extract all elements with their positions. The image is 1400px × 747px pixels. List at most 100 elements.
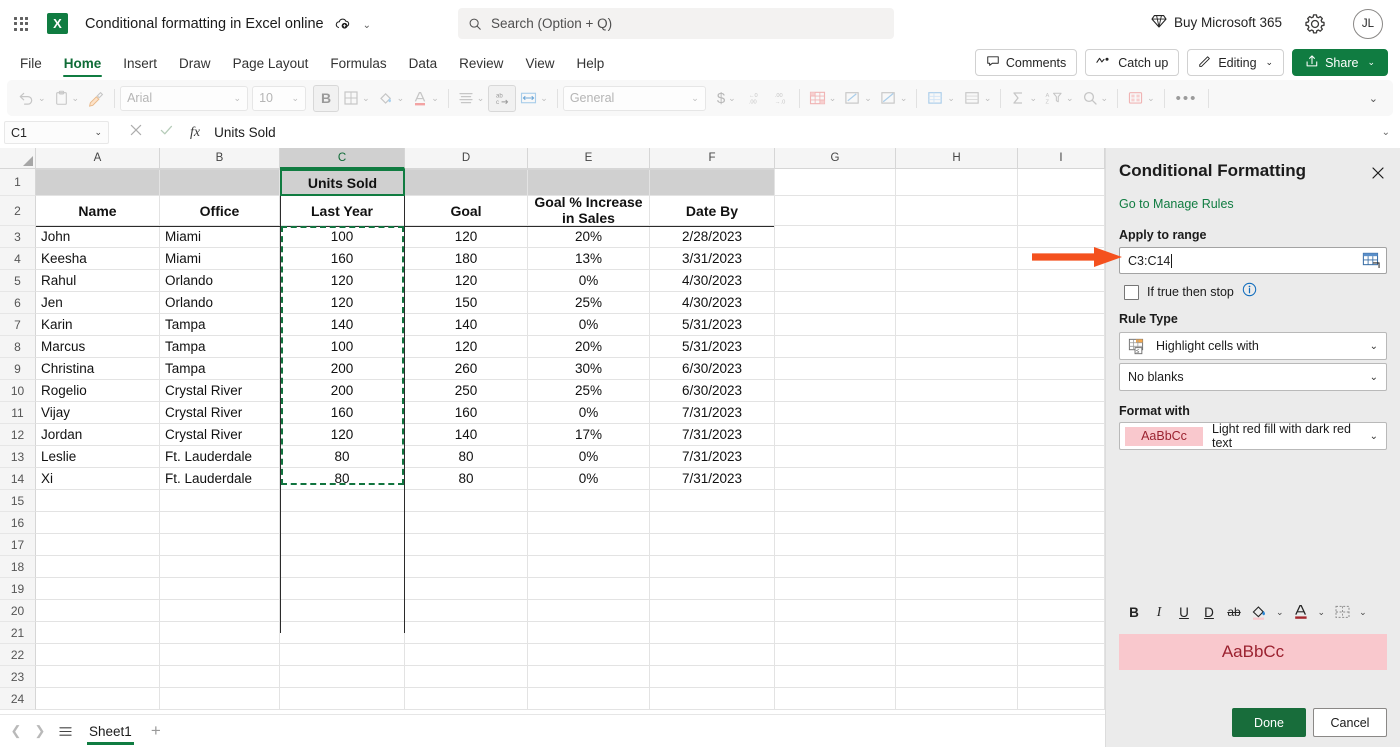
cell-I8[interactable] <box>1018 336 1105 358</box>
cell-E18[interactable] <box>528 556 650 578</box>
cell-C23[interactable] <box>280 666 405 688</box>
column-header-c[interactable]: C <box>280 148 405 169</box>
row-header-18[interactable]: 18 <box>0 556 36 578</box>
cell-A10[interactable]: Rogelio <box>36 380 160 402</box>
format-painter-button[interactable] <box>83 85 109 112</box>
cell-C7[interactable]: 140 <box>280 314 405 336</box>
row-header-11[interactable]: 11 <box>0 402 36 424</box>
cell-I15[interactable] <box>1018 490 1105 512</box>
cell-E5[interactable]: 0% <box>528 270 650 292</box>
cell-G1[interactable] <box>775 169 896 196</box>
cell-I6[interactable] <box>1018 292 1105 314</box>
delete-cells-button[interactable]: ⌄ <box>959 85 996 112</box>
cell-H7[interactable] <box>896 314 1018 336</box>
ribbon-tab-home[interactable]: Home <box>53 48 113 78</box>
cell-H22[interactable] <box>896 644 1018 666</box>
search-input[interactable]: Search (Option + Q) <box>458 8 894 39</box>
row-header-14[interactable]: 14 <box>0 468 36 490</box>
cell-H19[interactable] <box>896 578 1018 600</box>
cell-E21[interactable] <box>528 622 650 644</box>
done-button[interactable]: Done <box>1232 708 1306 737</box>
cell-E1[interactable] <box>528 169 650 196</box>
row-header-5[interactable]: 5 <box>0 270 36 292</box>
cell-B21[interactable] <box>160 622 280 644</box>
cell-B11[interactable]: Crystal River <box>160 402 280 424</box>
number-format-combo[interactable]: General ⌄ <box>562 85 706 111</box>
row-header-2[interactable]: 2 <box>0 196 36 226</box>
cell-G2[interactable] <box>775 196 896 226</box>
active-cell-c1[interactable]: Units Sold <box>280 169 405 196</box>
cell-D24[interactable] <box>405 688 528 710</box>
cell-I11[interactable] <box>1018 402 1105 424</box>
cell-E15[interactable] <box>528 490 650 512</box>
cell-B5[interactable]: Orlando <box>160 270 280 292</box>
cell-B7[interactable]: Tampa <box>160 314 280 336</box>
cell-b2[interactable]: Office <box>160 196 280 226</box>
cell-A3[interactable]: John <box>36 226 160 248</box>
cell-H21[interactable] <box>896 622 1018 644</box>
cell-E6[interactable]: 25% <box>528 292 650 314</box>
cell-styles-button[interactable]: ⌄ <box>876 85 912 112</box>
cell-D13[interactable]: 80 <box>405 446 528 468</box>
cell-A19[interactable] <box>36 578 160 600</box>
row-header-10[interactable]: 10 <box>0 380 36 402</box>
cell-C4[interactable]: 160 <box>280 248 405 270</box>
cell-G24[interactable] <box>775 688 896 710</box>
row-header-9[interactable]: 9 <box>0 358 36 380</box>
cell-D7[interactable]: 140 <box>405 314 528 336</box>
cell-H16[interactable] <box>896 512 1018 534</box>
ribbon-tab-draw[interactable]: Draw <box>168 48 222 78</box>
cell-B16[interactable] <box>160 512 280 534</box>
cell-F13[interactable]: 7/31/2023 <box>650 446 775 468</box>
currency-format-button[interactable]: $ ⌄ <box>713 85 740 112</box>
cell-G15[interactable] <box>775 490 896 512</box>
cell-F7[interactable]: 5/31/2023 <box>650 314 775 336</box>
cell-E4[interactable]: 13% <box>528 248 650 270</box>
cell-I9[interactable] <box>1018 358 1105 380</box>
cell-A8[interactable]: Marcus <box>36 336 160 358</box>
cell-H2[interactable] <box>896 196 1018 226</box>
cell-e2[interactable]: Goal % Increase in Sales <box>528 196 650 226</box>
row-header-16[interactable]: 16 <box>0 512 36 534</box>
cell-C10[interactable]: 200 <box>280 380 405 402</box>
cell-C19[interactable] <box>280 578 405 600</box>
cell-C3[interactable]: 100 <box>280 226 405 248</box>
cell-E16[interactable] <box>528 512 650 534</box>
cell-D4[interactable]: 180 <box>405 248 528 270</box>
cell-B3[interactable]: Miami <box>160 226 280 248</box>
cell-C21[interactable] <box>280 622 405 644</box>
row-header-8[interactable]: 8 <box>0 336 36 358</box>
cell-H3[interactable] <box>896 226 1018 248</box>
cell-A6[interactable]: Jen <box>36 292 160 314</box>
cell-B9[interactable]: Tampa <box>160 358 280 380</box>
row-header-3[interactable]: 3 <box>0 226 36 248</box>
next-sheet-button[interactable]: ❯ <box>28 719 52 743</box>
cell-D14[interactable]: 80 <box>405 468 528 490</box>
cell-B12[interactable]: Crystal River <box>160 424 280 446</box>
all-sheets-button[interactable] <box>52 719 78 743</box>
cell-B4[interactable]: Miami <box>160 248 280 270</box>
borders-format-button[interactable] <box>1331 601 1353 623</box>
bold-format-button[interactable]: B <box>1123 601 1145 623</box>
cancel-button[interactable]: Cancel <box>1313 708 1387 737</box>
cell-C18[interactable] <box>280 556 405 578</box>
cell-B14[interactable]: Ft. Lauderdale <box>160 468 280 490</box>
row-header-24[interactable]: 24 <box>0 688 36 710</box>
font-name-combo[interactable]: Arial ⌄ <box>120 85 249 111</box>
cell-G19[interactable] <box>775 578 896 600</box>
cell-G4[interactable] <box>775 248 896 270</box>
cell-H1[interactable] <box>896 169 1018 196</box>
cell-D1[interactable] <box>405 169 528 196</box>
italic-format-button[interactable]: I <box>1148 601 1170 623</box>
format-as-table-button[interactable]: ⌄ <box>840 85 876 112</box>
cell-H10[interactable] <box>896 380 1018 402</box>
cell-G9[interactable] <box>775 358 896 380</box>
cell-E14[interactable]: 0% <box>528 468 650 490</box>
cell-E11[interactable]: 0% <box>528 402 650 424</box>
cell-F4[interactable]: 3/31/2023 <box>650 248 775 270</box>
cell-G11[interactable] <box>775 402 896 424</box>
decrease-decimal-button[interactable]: .00 →.0 <box>767 85 794 112</box>
borders-button[interactable]: ⌄ <box>339 85 374 112</box>
panel-close-button[interactable] <box>1366 161 1390 185</box>
cell-F17[interactable] <box>650 534 775 556</box>
